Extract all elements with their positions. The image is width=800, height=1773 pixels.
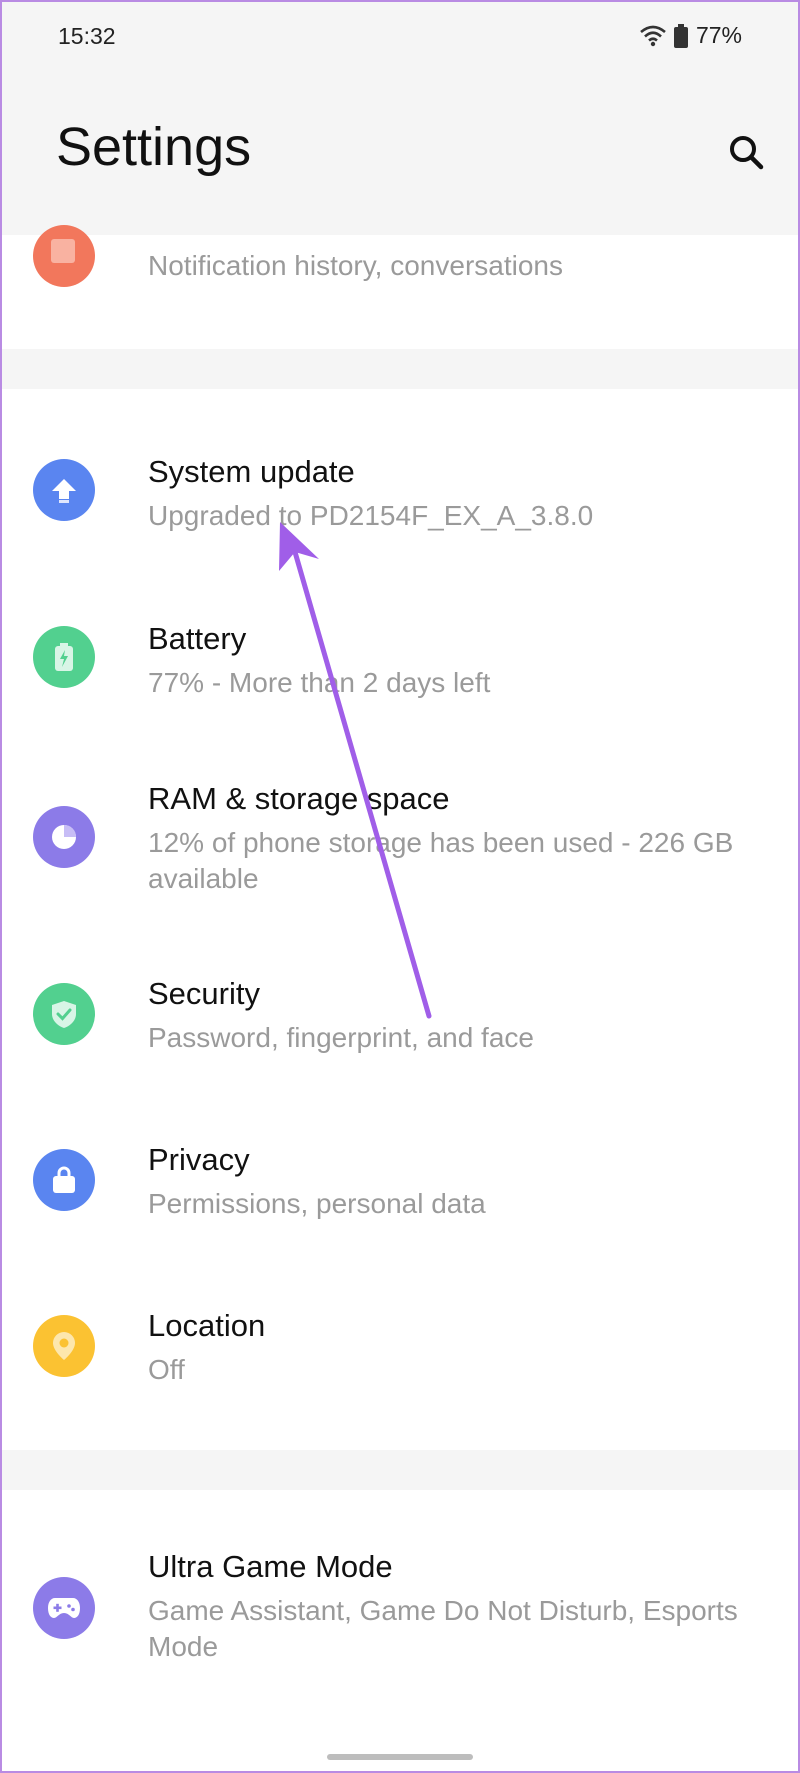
item-title: Location [148, 1308, 266, 1343]
notifications-subtitle: Notification history, conversations [148, 250, 563, 281]
battery-icon [33, 626, 95, 688]
item-subtitle: 77% - More than 2 days left [148, 667, 491, 698]
location-pin-icon [33, 1315, 95, 1377]
app-header: 15:32 77% Settings [2, 2, 798, 235]
item-subtitle: Password, fingerprint, and face [148, 1022, 534, 1053]
search-icon [730, 136, 764, 170]
section-divider [0, 1450, 800, 1490]
item-subtitle: Permissions, personal data [148, 1188, 486, 1219]
search-button[interactable] [722, 128, 770, 176]
privacy-item[interactable]: Privacy Permissions, personal data [0, 1069, 800, 1235]
page-title: Settings [56, 117, 252, 177]
battery-icon [673, 23, 688, 48]
item-subtitle: Game Assistant, Game Do Not Disturb, Esp… [148, 1595, 738, 1662]
ultra-game-mode-item[interactable]: Ultra Game Mode Game Assistant, Game Do … [0, 1490, 800, 1730]
system-update-item[interactable]: System update Upgraded to PD2154F_EX_A_3… [0, 389, 800, 543]
status-time: 15:32 [58, 23, 116, 49]
item-title: Privacy [148, 1142, 250, 1177]
item-title: System update [148, 454, 355, 489]
item-title: Ultra Game Mode [148, 1549, 393, 1584]
notification-icon [33, 225, 95, 287]
section-divider [0, 349, 800, 389]
item-subtitle: Off [148, 1354, 185, 1385]
notifications-item[interactable]: Notification history, conversations [0, 225, 800, 349]
battery-item[interactable]: Battery 77% - More than 2 days left [0, 543, 800, 709]
wifi-icon [640, 25, 666, 47]
item-subtitle: 12% of phone storage has been used - 226… [148, 827, 734, 894]
status-bar-right: 77% [640, 22, 742, 49]
item-title: RAM & storage space [148, 781, 450, 816]
lock-icon [33, 1149, 95, 1211]
upload-arrow-icon [33, 459, 95, 521]
home-indicator[interactable] [327, 1754, 473, 1760]
item-title: Security [148, 976, 260, 1011]
battery-percent: 77% [695, 22, 742, 48]
location-item[interactable]: Location Off [0, 1235, 800, 1450]
storage-pie-icon [33, 806, 95, 868]
item-subtitle: Upgraded to PD2154F_EX_A_3.8.0 [148, 500, 594, 531]
gamepad-icon [33, 1577, 95, 1639]
storage-item[interactable]: RAM & storage space 12% of phone storage… [0, 709, 800, 903]
item-title: Battery [148, 621, 247, 656]
shield-icon [33, 983, 95, 1045]
security-item[interactable]: Security Password, fingerprint, and face [0, 903, 800, 1069]
